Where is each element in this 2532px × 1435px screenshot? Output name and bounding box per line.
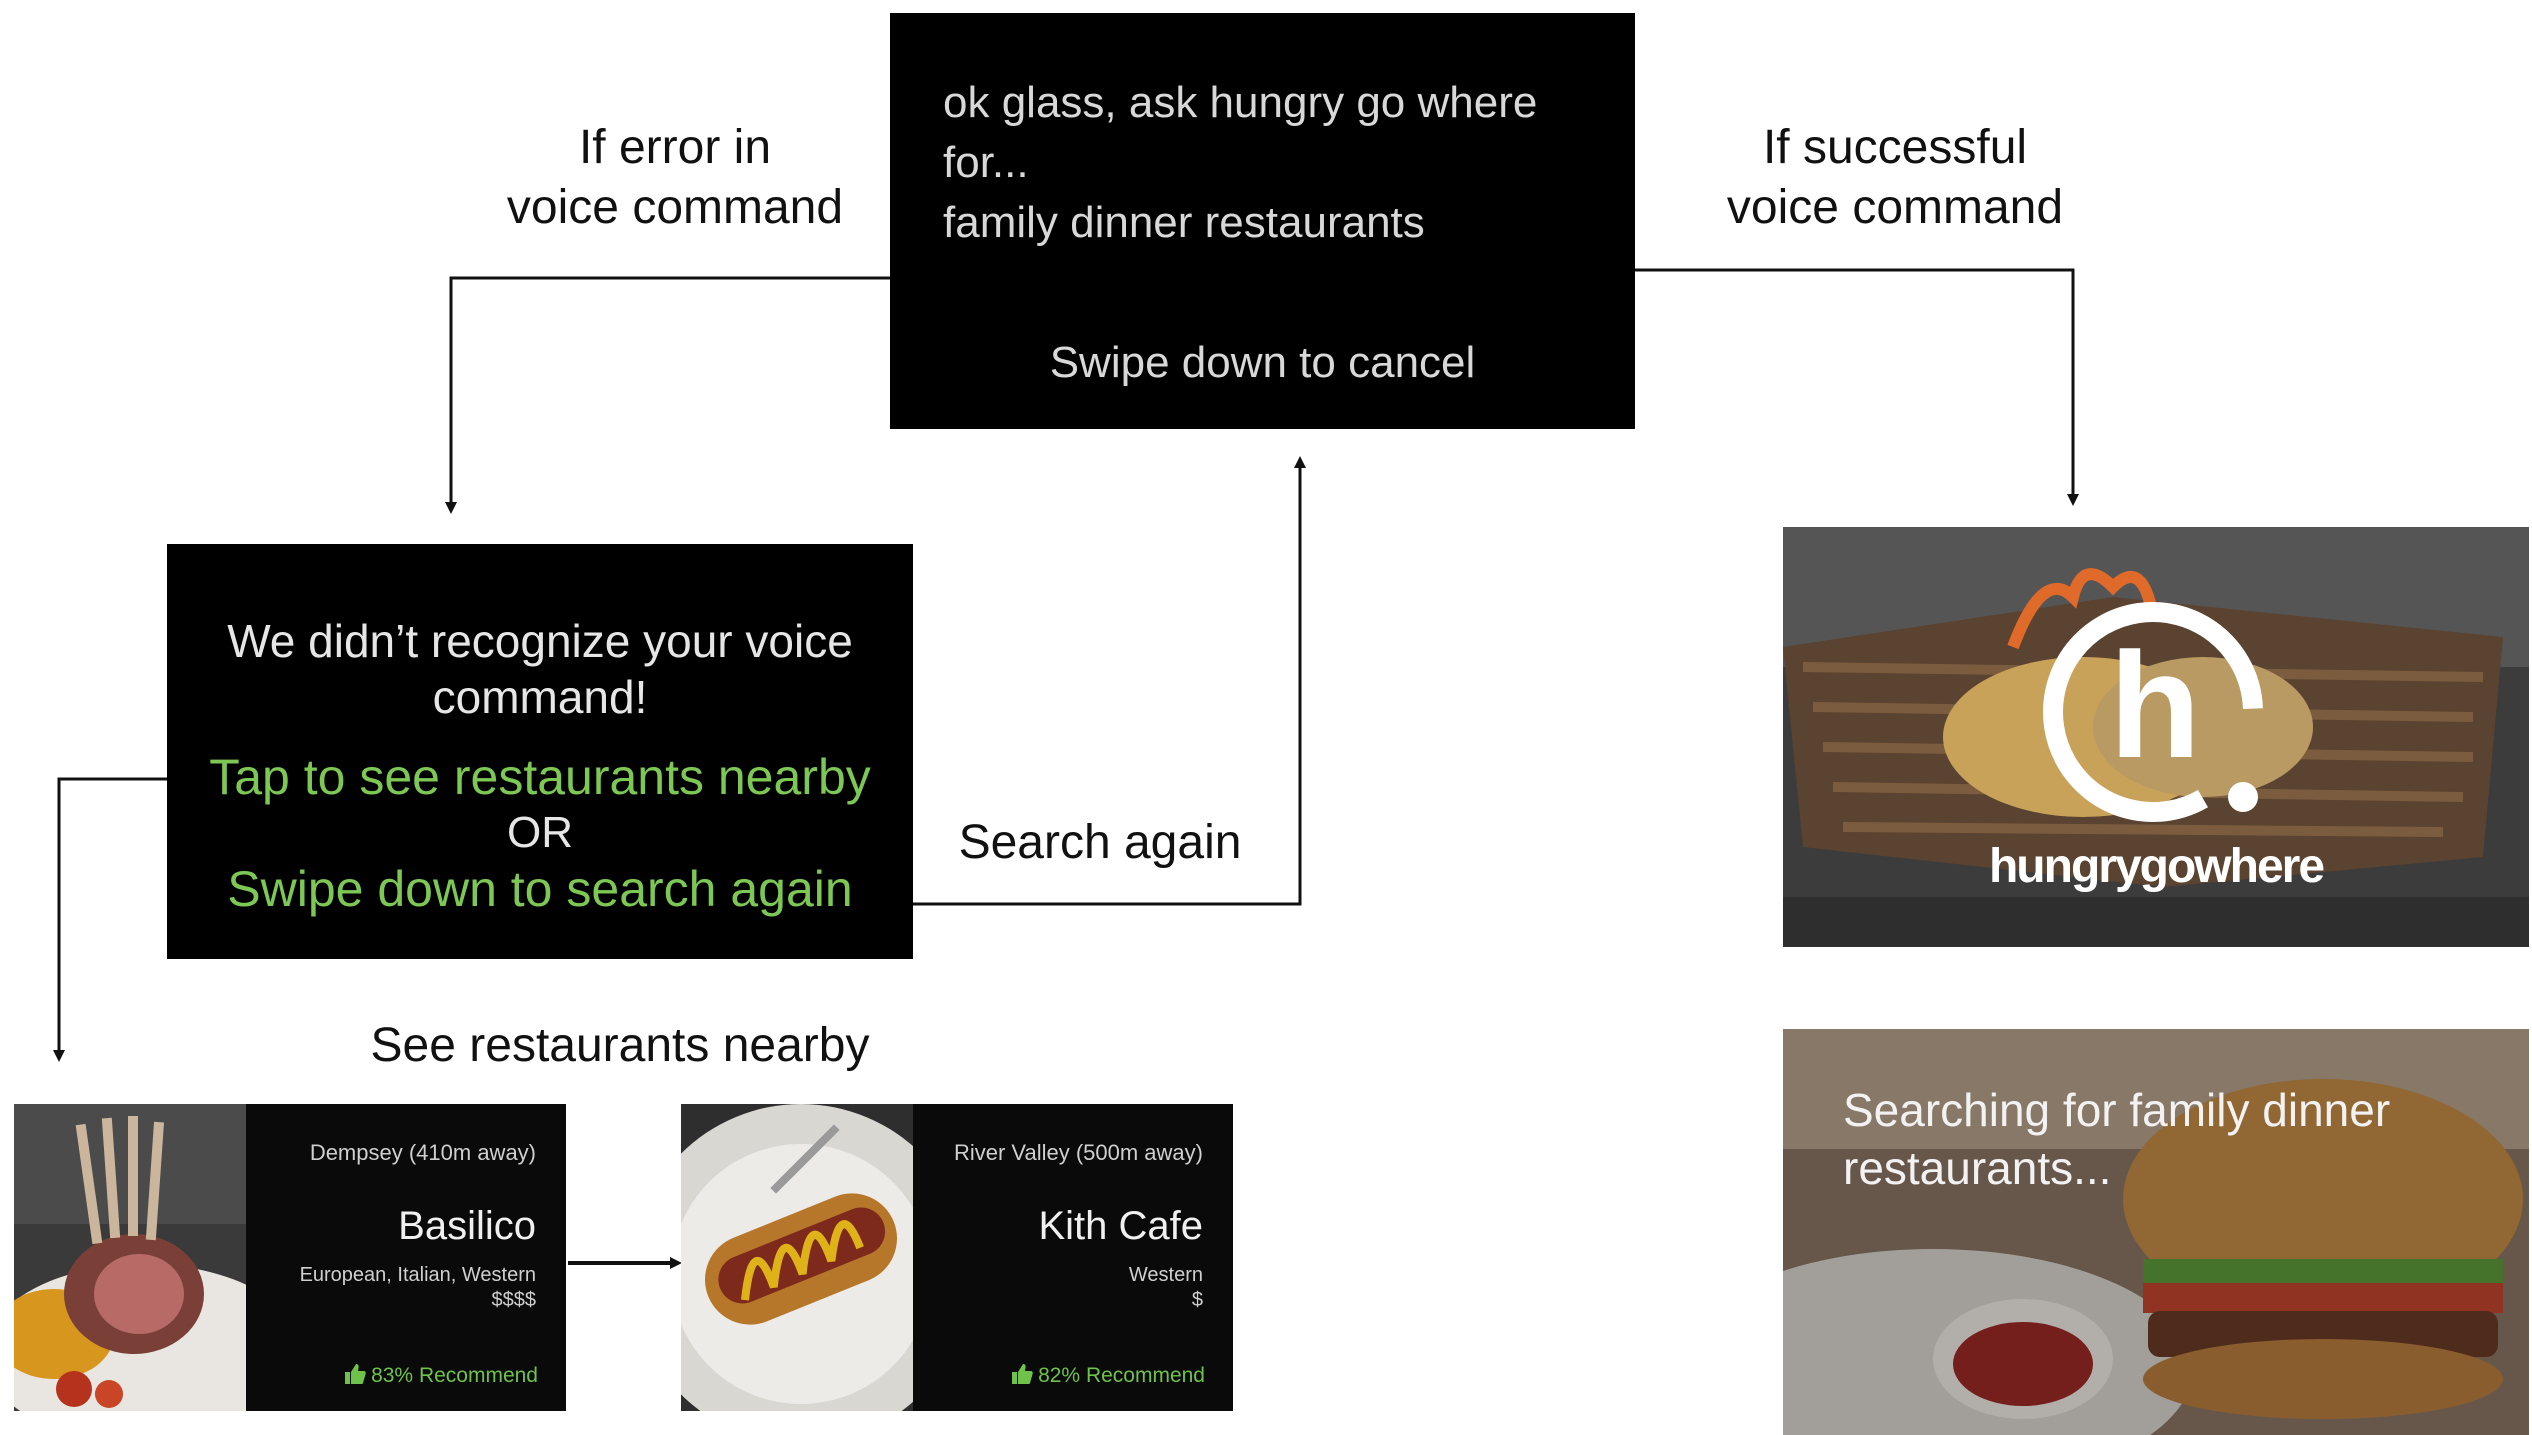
restaurant-cuisine: Western bbox=[1128, 1264, 1203, 1286]
recommend-badge: 83% Recommend bbox=[343, 1362, 538, 1388]
restaurant-name: Basilico bbox=[398, 1204, 536, 1248]
brand-h-glyph: h bbox=[2109, 621, 2201, 789]
splash-screen: h hungrygowhere bbox=[1783, 527, 2529, 947]
restaurant-info: Dempsey (410m away) Basilico European, I… bbox=[246, 1104, 566, 1411]
voice-prompt-line2: family dinner restaurants bbox=[943, 198, 1425, 247]
restaurant-price: $$$$ bbox=[491, 1289, 537, 1311]
searching-text: Searching for family dinner restaurants.… bbox=[1843, 1084, 2391, 1194]
or-separator: OR bbox=[507, 808, 573, 857]
error-card[interactable]: We didn’t recognize your voice command! … bbox=[167, 544, 913, 959]
brand-wordmark: hungrygowhere bbox=[1988, 840, 2325, 893]
lamb-dish-photo bbox=[14, 1104, 246, 1411]
restaurant-name: Kith Cafe bbox=[1038, 1204, 1203, 1248]
recommend-text: 83% Recommend bbox=[371, 1364, 538, 1387]
restaurant-location: River Valley (500m away) bbox=[953, 1140, 1203, 1165]
error-message: We didn’t recognize your voice command! bbox=[227, 615, 853, 723]
success-label-line2: voice command bbox=[1726, 181, 2064, 234]
see-nearby-label: See restaurants nearby bbox=[370, 1019, 870, 1072]
thumbs-up-icon bbox=[345, 1364, 366, 1384]
restaurant-cuisine: European, Italian, Western bbox=[299, 1264, 536, 1286]
tap-nearby-option[interactable]: Tap to see restaurants nearby bbox=[167, 748, 913, 806]
voice-prompt-line1: ok glass, ask hungry go where for... bbox=[943, 78, 1538, 187]
error-label-line1: If error in bbox=[578, 121, 772, 174]
restaurant-info: River Valley (500m away) Kith Cafe Weste… bbox=[913, 1104, 1233, 1411]
restaurant-card-kith-cafe[interactable]: River Valley (500m away) Kith Cafe Weste… bbox=[681, 1104, 1233, 1411]
error-label: If error in voice command bbox=[490, 118, 860, 238]
voice-prompt: ok glass, ask hungry go where for... fam… bbox=[943, 73, 1635, 253]
voice-command-card: ok glass, ask hungry go where for... fam… bbox=[890, 13, 1635, 429]
swipe-cancel-hint: Swipe down to cancel bbox=[1049, 338, 1476, 387]
restaurant-price: $ bbox=[1191, 1289, 1203, 1311]
swipe-search-option[interactable]: Swipe down to search again bbox=[167, 860, 913, 918]
hotdog-photo bbox=[681, 1104, 913, 1411]
searching-screen: Searching for family dinner restaurants.… bbox=[1783, 1029, 2529, 1435]
recommend-badge: 82% Recommend bbox=[1010, 1362, 1205, 1388]
restaurant-location: Dempsey (410m away) bbox=[309, 1140, 536, 1165]
error-connector bbox=[445, 276, 890, 514]
search-again-label: Search again bbox=[958, 816, 1242, 869]
recommend-text: 82% Recommend bbox=[1038, 1364, 1205, 1387]
success-connector bbox=[1635, 268, 2079, 506]
restaurant-card-basilico[interactable]: Dempsey (410m away) Basilico European, I… bbox=[14, 1104, 566, 1411]
thumbs-up-icon bbox=[1012, 1364, 1033, 1384]
nearby-connector bbox=[53, 777, 167, 1062]
error-label-line2: voice command bbox=[506, 181, 844, 234]
success-label: If successful voice command bbox=[1710, 118, 2080, 238]
success-label-line1: If successful bbox=[1762, 121, 2028, 174]
